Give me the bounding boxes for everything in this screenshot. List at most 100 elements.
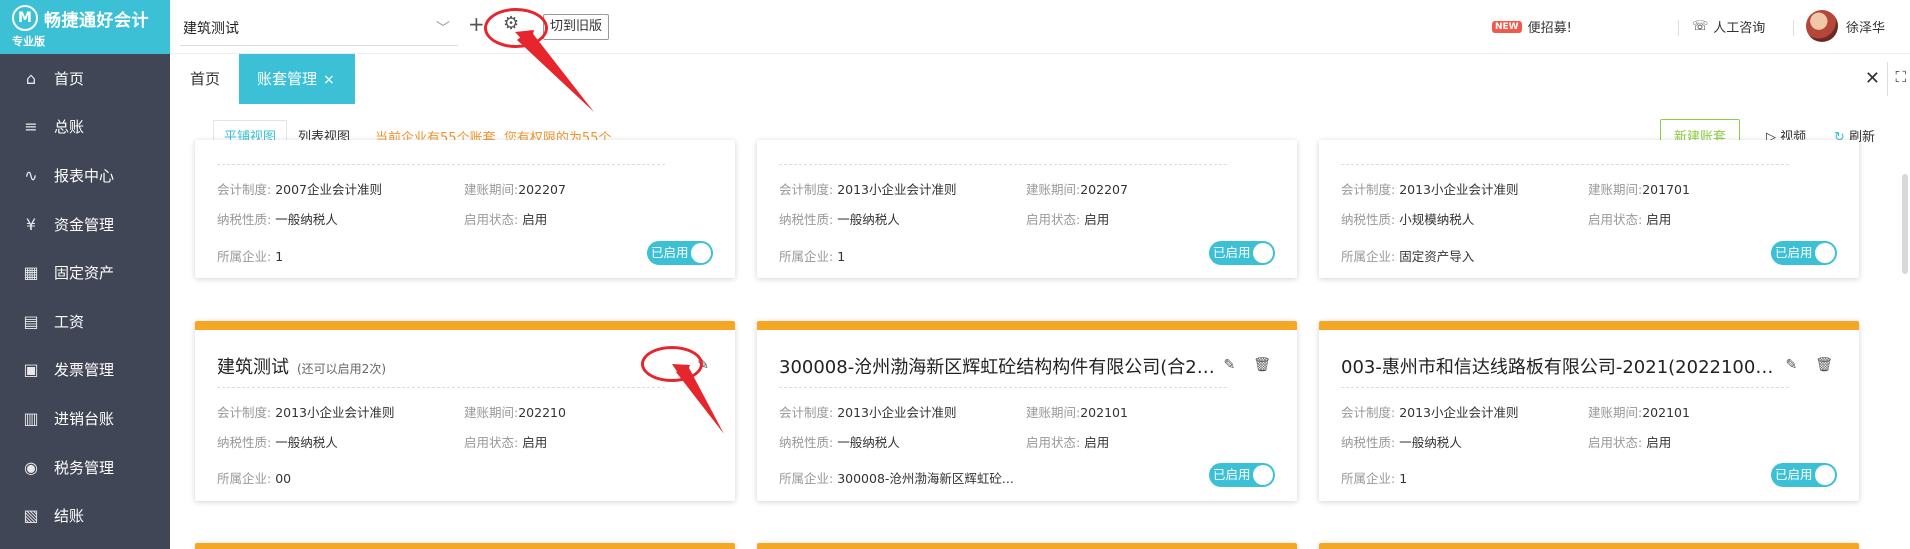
card-divider: [779, 164, 1227, 165]
period-row: 建账期间:202207: [1026, 179, 1128, 198]
sidebar-item-salary[interactable]: ▤ 工资: [0, 297, 170, 346]
consult-label: 人工咨询: [1713, 21, 1766, 36]
enable-toggle[interactable]: 已启用: [1771, 241, 1837, 265]
field-value: 一般纳税人: [1399, 435, 1462, 450]
sidebar-item-label: 报表中心: [54, 166, 115, 185]
field-value: 202210: [518, 405, 566, 420]
field-value: 启用: [1646, 212, 1672, 227]
field-value: 一般纳税人: [837, 435, 900, 450]
account-set-card[interactable]: 300008-沧州渤海新区辉虹砼结构构件有限公司(合202... ✎ 🗑 会计制…: [757, 321, 1297, 501]
toggle-label: 已启用: [651, 245, 689, 260]
field-value: 一般纳税人: [837, 212, 900, 227]
field-value: 一般纳税人: [275, 435, 338, 450]
field-value: 300008-沧州渤海新区辉虹砼...: [837, 471, 1014, 486]
field-value: 201701: [1642, 182, 1690, 197]
inventory-icon: ▥: [23, 408, 39, 428]
card-accent-bar: [1319, 321, 1859, 330]
fullscreen-icon[interactable]: ⛶: [1895, 68, 1906, 86]
account-set-name: 003-惠州市和信达线路板有限公司-2021(20221008 1...: [1341, 357, 1779, 378]
close-icon[interactable]: ×: [323, 72, 335, 88]
account-set-name: 300008-沧州渤海新区辉虹砼结构构件有限公司(合202...: [779, 357, 1217, 378]
switch-old-version-button[interactable]: 切到旧版: [543, 14, 610, 40]
account-set-card[interactable]: [195, 543, 735, 549]
field-label: 启用状态:: [1026, 435, 1085, 450]
card-accent-bar: [1319, 543, 1859, 549]
toggle-knob: [1815, 243, 1835, 263]
card-accent-bar: [757, 321, 1297, 330]
field-label: 启用状态:: [1026, 212, 1085, 227]
sidebar-item-label: 工资: [54, 312, 85, 331]
field-value: 202101: [1080, 405, 1128, 420]
sidebar-item-label: 首页: [54, 69, 85, 88]
sidebar-item-funds[interactable]: ¥ 资金管理: [0, 200, 170, 249]
field-label: 所属企业:: [1341, 471, 1400, 486]
scrollbar[interactable]: [1902, 174, 1908, 274]
sidebar-item-home[interactable]: ⌂ 首页: [0, 54, 170, 103]
field-label: 启用状态:: [464, 212, 523, 227]
enable-toggle[interactable]: 已启用: [1209, 241, 1275, 265]
trash-icon[interactable]: 🗑: [1253, 357, 1271, 373]
field-value: 2013小企业会计准则: [837, 182, 957, 197]
sidebar-item-label: 结账: [54, 507, 85, 526]
sidebar-item-assets[interactable]: ▦ 固定资产: [0, 248, 170, 297]
sidebar-item-closing[interactable]: ▧ 结账: [0, 491, 170, 540]
company-select[interactable]: 建筑测试 ﹀: [180, 10, 458, 46]
recruit-link[interactable]: NEW 便招募!: [1492, 17, 1572, 36]
tab-account-set-management[interactable]: 账套管理 ×: [239, 54, 355, 104]
consult-link[interactable]: ☏ 人工咨询: [1692, 17, 1765, 36]
field-value: 小规模纳税人: [1399, 212, 1475, 227]
enable-toggle[interactable]: 已启用: [647, 241, 713, 265]
logo-edition: 专业版: [12, 35, 45, 48]
add-company-button[interactable]: +: [468, 12, 485, 36]
field-value: 00: [275, 471, 292, 486]
new-badge: NEW: [1492, 20, 1522, 33]
sidebar-item-inventory[interactable]: ▥ 进销台账: [0, 394, 170, 443]
trash-icon[interactable]: 🗑: [1815, 357, 1833, 373]
card-title: 建筑测试 (还可以启用2次): [217, 353, 655, 379]
toggle-label: 已启用: [1775, 467, 1813, 482]
sidebar-item-label: 进销台账: [54, 409, 115, 428]
status-row: 启用状态: 启用: [1026, 209, 1109, 228]
account-set-card[interactable]: [1319, 543, 1859, 549]
sidebar-item-ledger[interactable]: ≡ 总账: [0, 103, 170, 152]
field-label: 会计制度:: [1341, 182, 1400, 197]
field-label: 会计制度:: [779, 405, 838, 420]
field-value: 启用: [522, 435, 548, 450]
enable-toggle[interactable]: 已启用: [1771, 463, 1837, 487]
field-label: 所属企业:: [217, 471, 276, 486]
tab-label: 账套管理: [257, 70, 318, 88]
account-set-card: 会计制度: 2013小企业会计准则 建账期间:202207 纳税性质: 一般纳税…: [757, 140, 1297, 278]
accounting-system-row: 会计制度: 2013小企业会计准则: [779, 402, 957, 421]
account-set-card[interactable]: [757, 543, 1297, 549]
card-title: 300008-沧州渤海新区辉虹砼结构构件有限公司(合202...: [779, 353, 1217, 379]
tab-home[interactable]: 首页: [178, 54, 232, 104]
sidebar-item-tax[interactable]: ◉ 税务管理: [0, 443, 170, 492]
close-all-tabs-icon[interactable]: ✕: [1865, 68, 1880, 89]
sidebar-menu: ⌂ 首页 ≡ 总账 ∿ 报表中心 ¥ 资金管理 ▦ 固定资产 ▤ 工资 ▣ 发票管理 ▥ 进销台…: [0, 54, 170, 540]
edit-icon[interactable]: ✎: [1785, 357, 1797, 373]
field-label: 纳税性质:: [1341, 435, 1400, 450]
field-label: 启用状态:: [1588, 212, 1647, 227]
sidebar-item-reports[interactable]: ∿ 报表中心: [0, 151, 170, 200]
sidebar-item-invoice[interactable]: ▣ 发票管理: [0, 346, 170, 395]
card-accent-bar: [757, 543, 1297, 549]
annotation-circle: [484, 8, 548, 48]
enable-toggle[interactable]: 已启用: [1209, 463, 1275, 487]
accounting-system-row: 会计制度: 2007企业会计准则: [217, 179, 382, 198]
chevron-down-icon: ﹀: [436, 21, 450, 37]
field-label: 纳税性质:: [1341, 212, 1400, 227]
field-label: 启用状态:: [1588, 435, 1647, 450]
field-label: 建账期间:: [1588, 182, 1643, 197]
app-logo[interactable]: M 畅捷通好会计 专业版: [0, 0, 170, 54]
card-divider: [1341, 387, 1789, 388]
company-select-value: 建筑测试: [183, 20, 239, 37]
salary-icon: ▤: [23, 311, 39, 331]
field-label: 会计制度:: [779, 182, 838, 197]
tax-type-row: 纳税性质: 小规模纳税人: [1341, 209, 1474, 228]
field-value: 202207: [1080, 182, 1128, 197]
accounting-system-row: 会计制度: 2013小企业会计准则: [1341, 402, 1519, 421]
account-set-card[interactable]: 003-惠州市和信达线路板有限公司-2021(20221008 1... ✎ 🗑…: [1319, 321, 1859, 501]
user-menu[interactable]: 徐泽华: [1806, 10, 1885, 42]
edit-icon[interactable]: ✎: [1223, 357, 1235, 373]
tax-type-row: 纳税性质: 一般纳税人: [779, 432, 900, 451]
